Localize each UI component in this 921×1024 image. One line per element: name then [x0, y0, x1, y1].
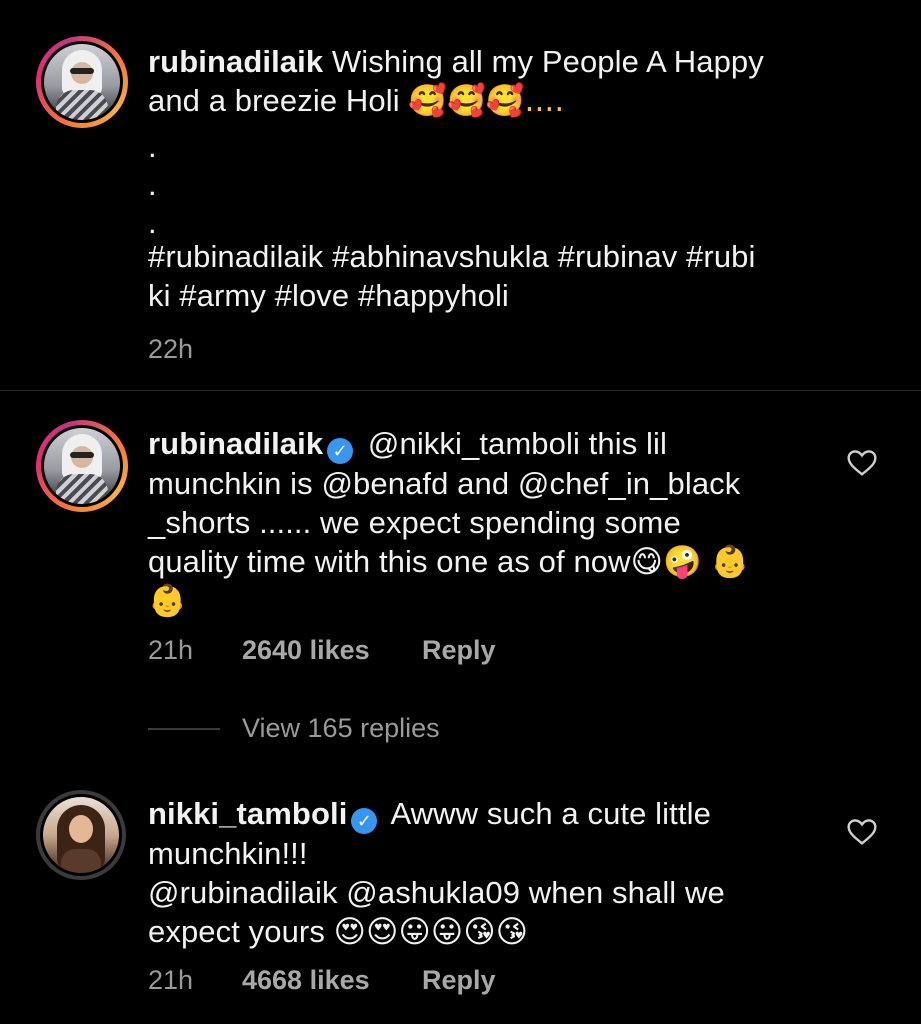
- caption-text: rubinadilaik Wishing all my People A Hap…: [148, 42, 888, 121]
- replies-line: [148, 728, 220, 730]
- hashtags-line[interactable]: #rubinadilaik #abhinavshukla #rubinav #r…: [148, 237, 908, 276]
- comment-username[interactable]: rubinadilaik: [148, 426, 323, 461]
- caption-username[interactable]: rubinadilaik: [148, 44, 323, 79]
- verified-badge-icon: ✓: [351, 808, 378, 834]
- caption-dot: .: [148, 129, 157, 164]
- comment-likes[interactable]: 4668 likes: [242, 965, 370, 996]
- comment-text: nikki_tamboli ✓ Awww such a cute little m…: [148, 794, 818, 951]
- caption-emoji: 🥰🥰🥰....: [408, 83, 565, 119]
- caption-time: 22h: [148, 334, 194, 364]
- comment-line: munchkin is @benafd and @chef_in_black: [148, 466, 741, 501]
- caption-hashtags[interactable]: #rubinadilaik #abhinavshukla #rubinav #r…: [148, 237, 908, 315]
- comment-time: 21h: [148, 635, 194, 665]
- reply-button[interactable]: Reply: [422, 635, 496, 666]
- verified-badge-icon: ✓: [327, 438, 354, 464]
- caption-avatar[interactable]: [36, 36, 128, 128]
- comment-line: quality time with this one as of now😋🤪 👶: [148, 544, 750, 579]
- comment-username[interactable]: nikki_tamboli: [148, 796, 347, 831]
- avatar-image: [44, 44, 120, 120]
- comment-line: Awww such a cute little: [390, 796, 711, 831]
- caption-line1: Wishing all my People A Happy: [331, 44, 764, 79]
- caption-line2: and a breezie Holi: [148, 83, 400, 118]
- heart-outline-icon[interactable]: [846, 816, 878, 848]
- comment-text: rubinadilaik ✓ @nikki_tamboli this lil mu…: [148, 424, 818, 620]
- comment-time: 21h: [148, 965, 194, 995]
- comment-line: @nikki_tamboli this lil: [367, 426, 667, 461]
- comment-line: munchkin!!!: [148, 836, 308, 871]
- comment-line: _shorts ...... we expect spending some: [148, 505, 681, 540]
- comment-line: @rubinadilaik @ashukla09 when shall we: [148, 875, 725, 910]
- divider: [0, 390, 921, 391]
- comment-avatar[interactable]: [36, 790, 126, 880]
- comment-likes[interactable]: 2640 likes: [242, 635, 370, 666]
- avatar-image: [43, 797, 119, 873]
- heart-outline-icon[interactable]: [846, 447, 878, 479]
- view-replies-button[interactable]: View 165 replies: [242, 713, 440, 744]
- avatar-image: [44, 428, 120, 504]
- reply-button[interactable]: Reply: [422, 965, 496, 996]
- comment-line: expect yours 😍😍😛😛😘😘: [148, 914, 529, 949]
- hashtags-line[interactable]: ki #army #love #happyholi: [148, 276, 908, 315]
- caption-dot: .: [148, 167, 157, 202]
- comment-line: 👶: [148, 583, 187, 618]
- comment-avatar[interactable]: [36, 420, 128, 512]
